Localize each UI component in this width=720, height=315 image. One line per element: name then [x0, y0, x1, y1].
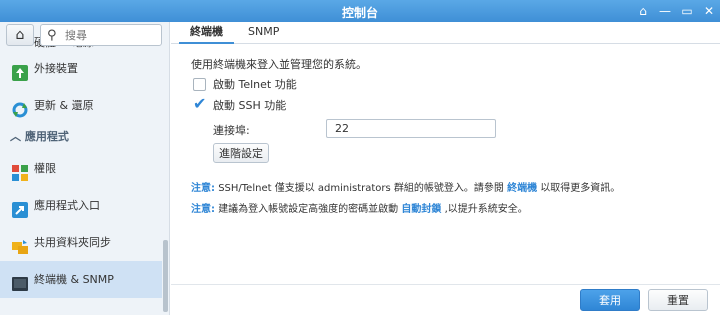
sidebar-item-label: 共用資料夾同步	[34, 236, 111, 249]
telnet-checkbox[interactable]	[193, 78, 206, 91]
note-suffix: ,以提升系統安全。	[444, 204, 528, 215]
close-icon[interactable]: ✕	[700, 2, 718, 20]
note-text: SSH/Telnet 僅支援以 administrators 群組的帳號登入。請…	[218, 183, 504, 194]
ssh-checkbox[interactable]: ✔	[193, 96, 206, 112]
terminal-icon	[11, 271, 29, 291]
search-input[interactable]	[65, 27, 157, 43]
note-ssh-telnet: 注意: SSH/Telnet 僅支援以 administrators 群組的帳號…	[191, 179, 620, 194]
app-portal-icon	[11, 197, 29, 218]
window-title: 控制台	[341, 6, 378, 20]
port-input[interactable]	[326, 119, 496, 138]
note-label: 注意:	[191, 204, 215, 215]
tab-snmp[interactable]: SNMP	[237, 22, 290, 44]
sidebar: 硬體 & 電源 外接裝置 更新 & 還原 ︿ 應用程式 權限	[0, 22, 170, 315]
tab-terminal[interactable]: 終端機	[179, 22, 234, 44]
shared-folder-sync-icon	[11, 234, 29, 254]
section-label: 應用程式	[24, 130, 69, 143]
sidebar-item-label: 權限	[34, 162, 56, 175]
reset-button[interactable]: 重置	[648, 289, 708, 311]
sidebar-item-label: 外接裝置	[34, 62, 78, 75]
search-box[interactable]: ⚲	[40, 24, 162, 46]
main-panel: 終端機 SNMP 使用終端機來登入並管理您的系統。 啟動 Telnet 功能 ✔…	[171, 22, 720, 315]
sidebar-item-label: 更新 & 還原	[34, 99, 94, 112]
advanced-settings-button[interactable]: 進階設定	[213, 143, 269, 163]
port-label: 連接埠:	[213, 124, 250, 137]
sidebar-item-external-devices[interactable]: 外接裝置	[0, 50, 162, 87]
privileges-icon	[11, 160, 29, 181]
note-suffix: 以取得更多資訊。	[540, 183, 621, 194]
sidebar-item-privileges[interactable]: 權限	[0, 150, 162, 187]
maximize-icon[interactable]: ▭	[678, 2, 696, 20]
sidebar-item-application-portal[interactable]: 應用程式入口	[0, 187, 162, 224]
note-label: 注意:	[191, 183, 215, 194]
title-bar: 控制台 ⌂ — ▭ ✕	[0, 0, 720, 22]
terminal-help-link[interactable]: 終端機	[507, 183, 537, 194]
tab-bar: 終端機 SNMP	[171, 22, 720, 44]
chevron-up-icon: ︿	[10, 130, 21, 143]
sidebar-item-update-restore[interactable]: 更新 & 還原	[0, 87, 162, 124]
sidebar-item-label: 應用程式入口	[34, 199, 100, 212]
sidebar-item-terminal-snmp[interactable]: 終端機 & SNMP	[0, 261, 162, 298]
note-text: 建議為登入帳號設定高強度的密碼並啟動	[218, 204, 399, 215]
home-button[interactable]: ⌂	[6, 24, 34, 46]
footer-bar: 套用 重置	[171, 284, 720, 315]
auto-block-link[interactable]: 自動封鎖	[401, 204, 441, 215]
sidebar-item-label: 終端機 & SNMP	[34, 273, 114, 286]
search-icon: ⚲	[47, 28, 57, 43]
sidebar-scrollbar[interactable]	[163, 240, 168, 312]
description-text: 使用終端機來登入並管理您的系統。	[191, 58, 367, 71]
telnet-label: 啟動 Telnet 功能	[213, 78, 297, 91]
pin-icon[interactable]: ⌂	[634, 2, 652, 20]
update-restore-icon	[11, 97, 29, 118]
minimize-icon[interactable]: —	[656, 2, 674, 20]
home-icon: ⌂	[15, 27, 25, 43]
sidebar-item-shared-folder-sync[interactable]: 共用資料夾同步	[0, 224, 162, 261]
apply-button[interactable]: 套用	[580, 289, 640, 311]
sidebar-section-applications[interactable]: ︿ 應用程式	[0, 124, 162, 150]
external-device-icon	[11, 60, 29, 81]
ssh-label: 啟動 SSH 功能	[213, 99, 287, 112]
sidebar-nav: 硬體 & 電源 外接裝置 更新 & 還原 ︿ 應用程式 權限	[0, 36, 162, 298]
note-security: 注意: 建議為登入帳號設定高強度的密碼並啟動 自動封鎖 ,以提升系統安全。	[191, 200, 528, 215]
